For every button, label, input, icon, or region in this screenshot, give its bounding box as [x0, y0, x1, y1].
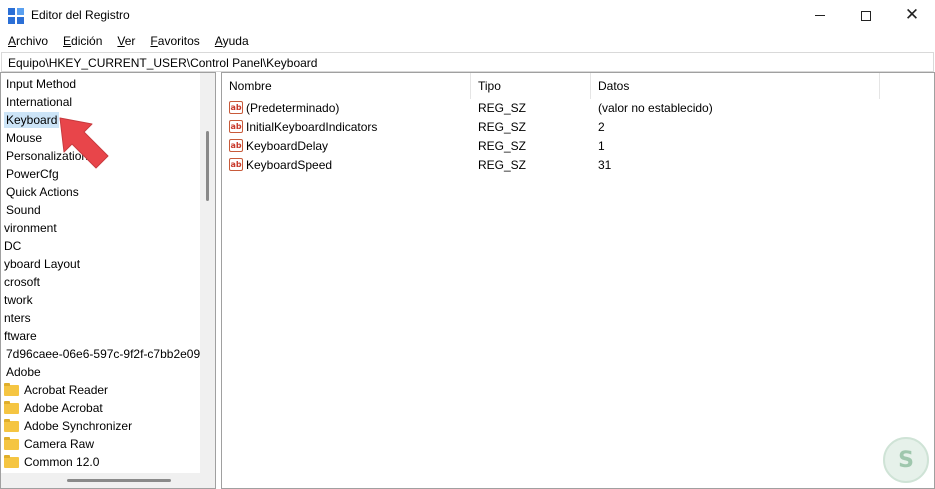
tree-vertical-scrollbar[interactable] [200, 73, 215, 473]
value-data: 31 [598, 157, 612, 172]
list-header: Nombre Tipo Datos [222, 73, 934, 99]
value-name: KeyboardDelay [246, 138, 329, 153]
tree-item-international[interactable]: International [4, 93, 74, 111]
tree-item-quick-actions[interactable]: Quick Actions [4, 183, 81, 201]
tree-vertical-scroll-thumb[interactable] [206, 131, 209, 201]
tree-item-acrobat-reader[interactable]: Acrobat Reader [4, 381, 110, 399]
value-data: (valor no establecido) [598, 100, 713, 115]
minimize-icon [815, 15, 825, 16]
registry-editor-icon [8, 8, 24, 24]
menu-bar: Archivo Edición Ver Favoritos Ayuda [0, 31, 935, 51]
tree-item-adobe[interactable]: Adobe [4, 363, 43, 381]
menu-edicion[interactable]: Edición [55, 31, 109, 51]
value-type: REG_SZ [478, 138, 527, 153]
folder-icon [4, 436, 19, 450]
string-value-icon: ab [229, 139, 243, 152]
value-name: KeyboardSpeed [246, 157, 333, 172]
minimize-button[interactable] [797, 0, 843, 31]
value-data: 1 [598, 138, 605, 153]
menu-ayuda[interactable]: Ayuda [207, 31, 256, 51]
value-name: InitialKeyboardIndicators [246, 119, 378, 134]
value-type: REG_SZ [478, 119, 527, 134]
tree-item-printers[interactable]: nters [2, 309, 33, 327]
tree-item-keyboard-layout[interactable]: yboard Layout [2, 255, 82, 273]
tree-item-keyboard[interactable]: Keyboard [4, 111, 60, 129]
address-path: Equipo\HKEY_CURRENT_USER\Control Panel\K… [8, 56, 318, 70]
value-row[interactable]: ab KeyboardDelay REG_SZ 1 [222, 136, 934, 155]
menu-archivo[interactable]: Archivo [0, 31, 55, 51]
tree-item-network[interactable]: twork [2, 291, 35, 309]
value-type: REG_SZ [478, 157, 527, 172]
maximize-button[interactable] [843, 0, 889, 31]
folder-icon [4, 418, 19, 432]
value-type: REG_SZ [478, 100, 527, 115]
maximize-icon [861, 10, 871, 21]
tree-item-guid[interactable]: 7d96caee-06e6-597c-9f2f-c7bb2e094 [4, 345, 209, 363]
window-title: Editor del Registro [31, 8, 130, 22]
tree-item-adobe-acrobat[interactable]: Adobe Acrobat [4, 399, 105, 417]
tree-item-common-12[interactable]: Common 12.0 [4, 453, 101, 471]
tree-item-sound[interactable]: Sound [4, 201, 43, 219]
menu-ver[interactable]: Ver [109, 31, 142, 51]
menu-favoritos[interactable]: Favoritos [142, 31, 206, 51]
tree-item-mouse[interactable]: Mouse [4, 129, 44, 147]
tree-item-environment[interactable]: vironment [2, 219, 59, 237]
tree-item-software[interactable]: ftware [2, 327, 39, 345]
pointer-arrow-icon [59, 117, 109, 169]
value-row[interactable]: ab (Predeterminado) REG_SZ (valor no esta… [222, 98, 934, 117]
tree-horizontal-scrollbar[interactable] [1, 473, 215, 488]
value-data: 2 [598, 119, 605, 134]
string-value-icon: ab [229, 120, 243, 133]
column-header-nombre[interactable]: Nombre [222, 73, 471, 99]
watermark-logo: S [883, 437, 929, 483]
tree-horizontal-scroll-thumb[interactable] [67, 479, 171, 482]
address-bar[interactable]: Equipo\HKEY_CURRENT_USER\Control Panel\K… [1, 52, 934, 72]
value-row[interactable]: ab KeyboardSpeed REG_SZ 31 [222, 155, 934, 174]
string-value-icon: ab [229, 158, 243, 171]
tree-item-powercfg[interactable]: PowerCfg [4, 165, 61, 183]
values-list[interactable]: Nombre Tipo Datos ab (Predeterminado) REG… [221, 72, 935, 489]
folder-icon [4, 400, 19, 414]
title-bar: Editor del Registro ✕ [0, 0, 935, 31]
tree-item-adobe-synchronizer[interactable]: Adobe Synchronizer [4, 417, 134, 435]
column-header-datos[interactable]: Datos [591, 73, 880, 99]
close-button[interactable]: ✕ [889, 0, 935, 31]
tree-item-microsoft[interactable]: crosoft [2, 273, 42, 291]
folder-icon [4, 454, 19, 468]
value-row[interactable]: ab InitialKeyboardIndicators REG_SZ 2 [222, 117, 934, 136]
column-header-tipo[interactable]: Tipo [471, 73, 591, 99]
close-icon: ✕ [904, 5, 920, 25]
tree-item-camera-raw[interactable]: Camera Raw [4, 435, 96, 453]
string-value-icon: ab [229, 101, 243, 114]
folder-icon [4, 382, 19, 396]
tree-item-dc[interactable]: DC [2, 237, 23, 255]
value-name: (Predeterminado) [246, 100, 340, 115]
tree-item-input-method[interactable]: Input Method [4, 75, 78, 93]
